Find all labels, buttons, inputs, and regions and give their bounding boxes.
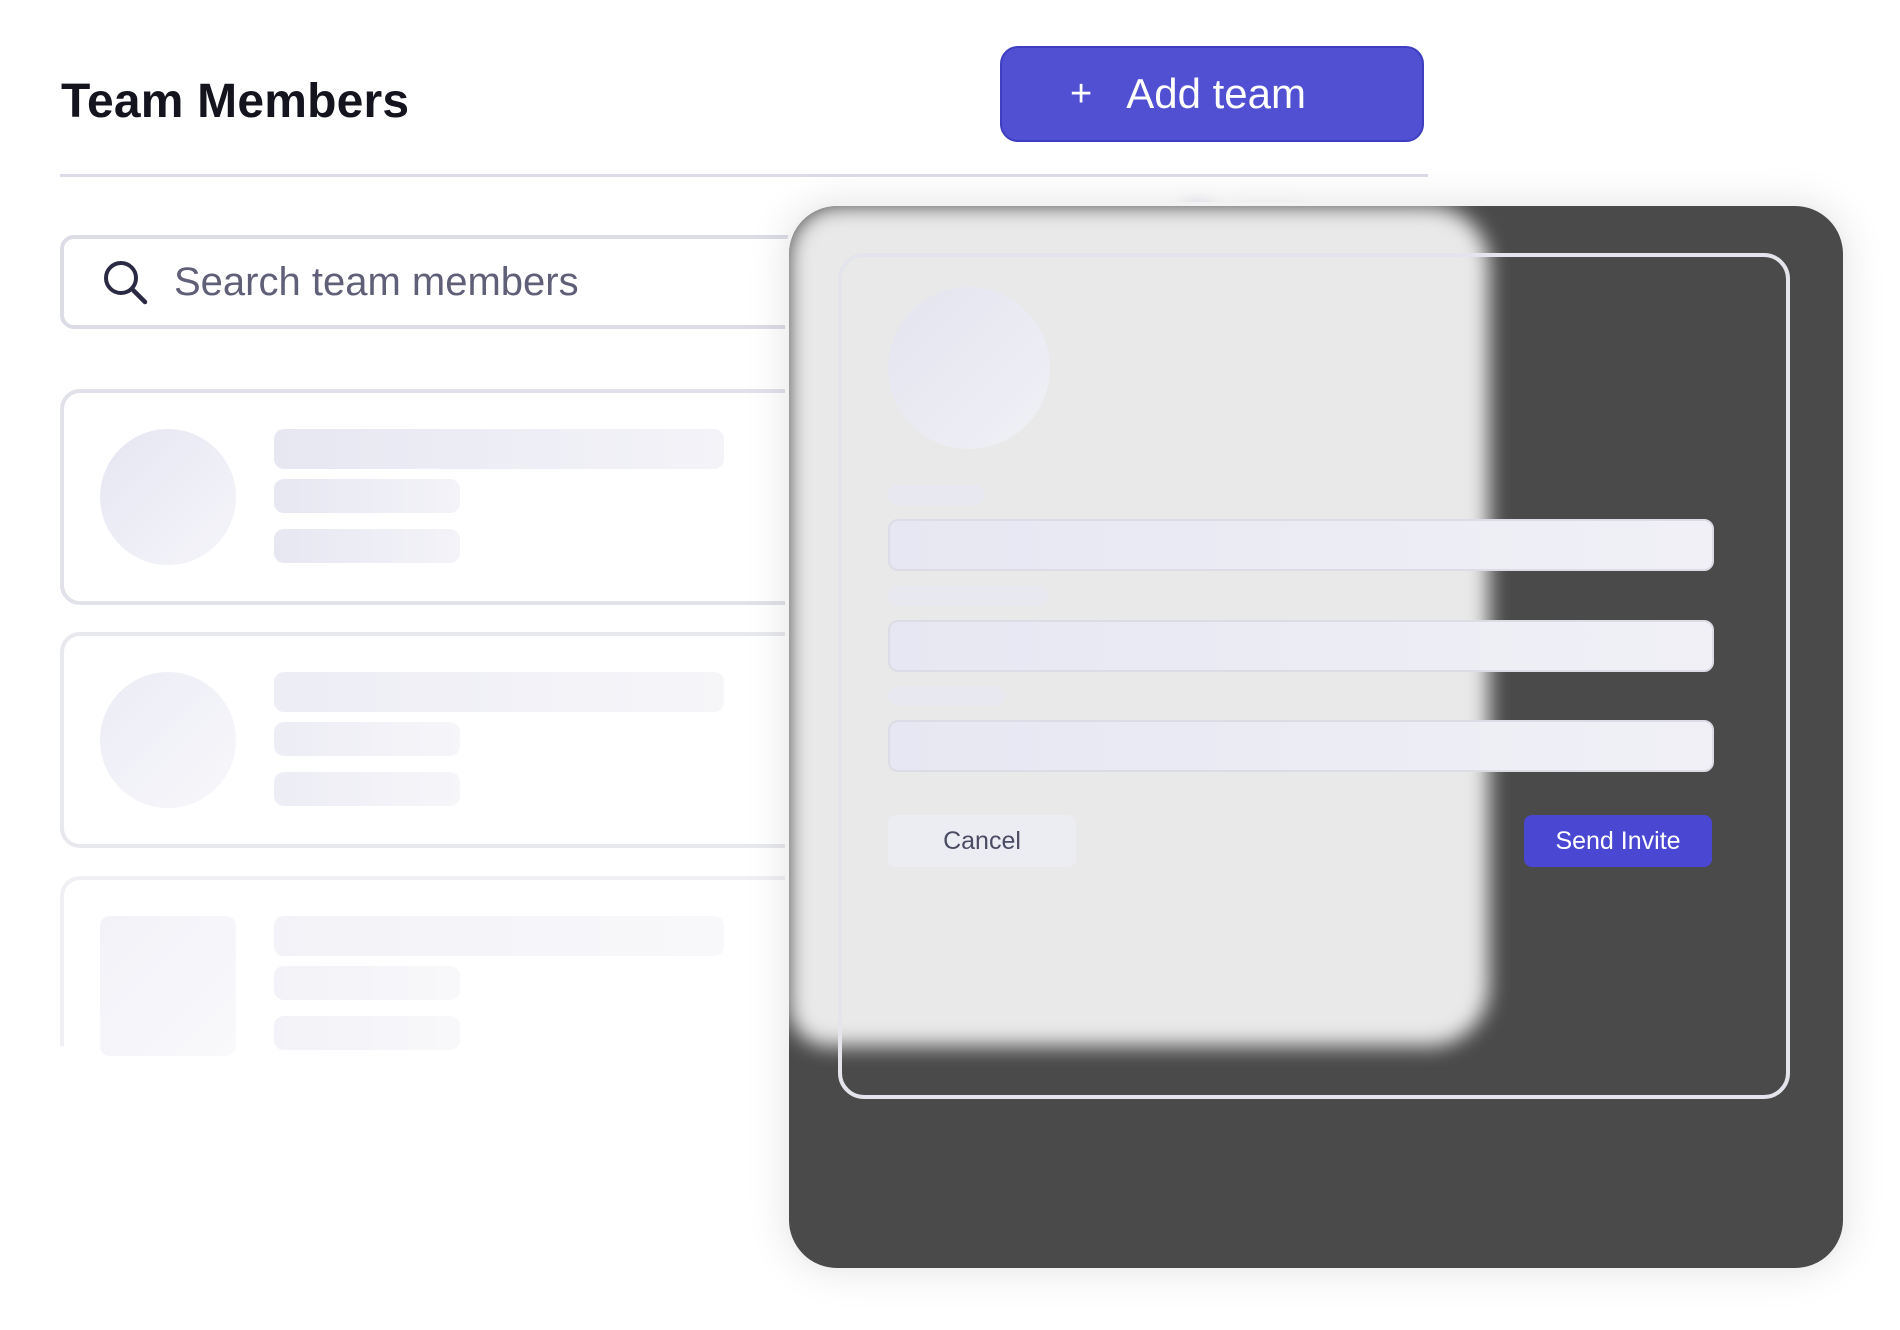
add-team-label: Add team (1126, 70, 1306, 117)
name-placeholder (274, 672, 724, 712)
invite-role-field[interactable] (888, 720, 1714, 772)
header-divider (60, 174, 1428, 177)
role-placeholder (274, 479, 460, 513)
email-placeholder (274, 772, 460, 806)
send-invite-button[interactable]: Send Invite (1524, 815, 1712, 867)
role-placeholder (274, 722, 460, 756)
page-title: Team Members (61, 75, 410, 128)
avatar-placeholder (100, 672, 236, 808)
email-placeholder (274, 529, 460, 563)
invite-name-field[interactable] (888, 519, 1714, 571)
name-placeholder (274, 429, 724, 469)
add-team-button[interactable]: + Add team (1000, 46, 1424, 142)
search-icon (104, 261, 148, 305)
email-placeholder (274, 1016, 460, 1050)
plus-icon: + (1070, 73, 1093, 115)
cancel-button[interactable]: Cancel (888, 815, 1076, 867)
field-label-placeholder (888, 586, 1048, 606)
avatar-placeholder (100, 429, 236, 565)
avatar-placeholder (100, 916, 236, 1056)
field-label-placeholder (888, 686, 1004, 706)
field-label-placeholder (888, 485, 984, 505)
search-input[interactable] (174, 259, 874, 305)
app-stage: Team Members + Add team ░░░ ░░░ (0, 0, 1900, 1330)
invite-email-field[interactable] (888, 620, 1714, 672)
invite-avatar-placeholder (888, 287, 1050, 449)
name-placeholder (274, 916, 724, 956)
role-placeholder (274, 966, 460, 1000)
